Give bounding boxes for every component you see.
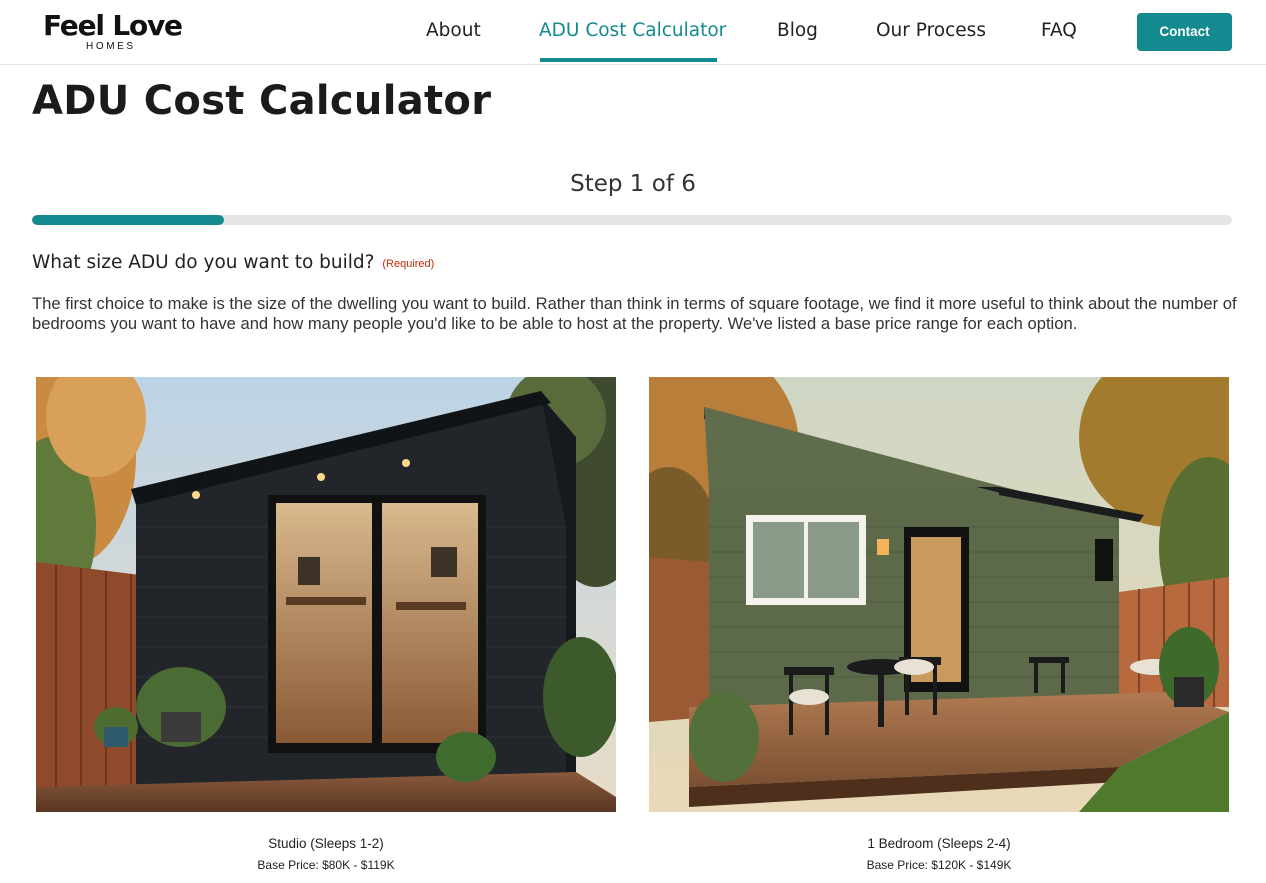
option-studio[interactable]: Studio (Sleeps 1-2) Base Price: $80K - $… — [36, 377, 616, 877]
step-indicator: Step 1 of 6 — [570, 171, 696, 197]
nav-adu-cost-calculator[interactable]: ADU Cost Calculator — [539, 19, 726, 43]
question-label: What size ADU do you want to build? (Req… — [32, 250, 434, 277]
option-label: 1 Bedroom (Sleeps 2-4) — [867, 836, 1011, 851]
one-bedroom-adu-photo[interactable] — [649, 377, 1229, 812]
progress-bar — [32, 215, 1232, 225]
nav-about[interactable]: About — [426, 19, 481, 43]
intro-paragraph: The first choice to make is the size of … — [32, 294, 1237, 333]
nav-faq[interactable]: FAQ — [1041, 19, 1077, 43]
site-header: Feel Love HOMES About ADU Cost Calculato… — [0, 0, 1266, 65]
option-price: Base Price: $120K - $149K — [866, 858, 1012, 872]
required-indicator: (Required) — [382, 258, 435, 270]
studio-adu-photo[interactable] — [36, 377, 616, 812]
question-text: What size ADU do you want to build? — [32, 252, 375, 273]
logo-subtitle: HOMES — [86, 41, 136, 52]
site-logo[interactable]: Feel Love HOMES — [43, 10, 183, 54]
page-title: ADU Cost Calculator — [32, 78, 492, 124]
progress-bar-fill — [32, 215, 224, 225]
nav-our-process[interactable]: Our Process — [876, 19, 986, 43]
option-label: Studio (Sleeps 1-2) — [268, 836, 384, 851]
option-price: Base Price: $80K - $119K — [257, 858, 395, 872]
contact-button[interactable]: Contact — [1137, 13, 1232, 51]
option-1-bedroom[interactable]: 1 Bedroom (Sleeps 2-4) Base Price: $120K… — [649, 377, 1229, 877]
active-nav-indicator — [540, 58, 717, 62]
logo-wordmark: Feel Love — [43, 9, 183, 42]
nav-blog[interactable]: Blog — [777, 19, 818, 43]
